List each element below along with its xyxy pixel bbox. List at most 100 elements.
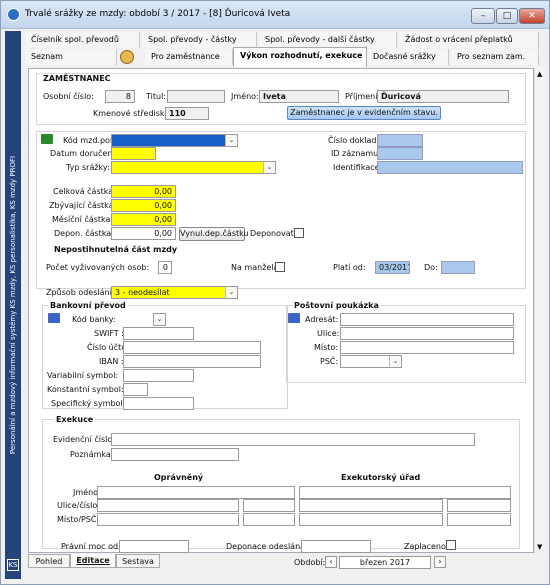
tab-ciselnik-spol-prevodu[interactable]: Číselník spol. převodů [25, 32, 140, 48]
deponovat-checkbox[interactable] [294, 228, 304, 238]
tab-pro-seznam-zam[interactable]: Pro seznam zam. [451, 49, 539, 65]
tab-docasne-srazky[interactable]: Dočasné srážky [367, 49, 449, 65]
vertical-scrollbar[interactable]: ▲ ▼ [534, 68, 547, 553]
prijmeni-label: Příjmení: [345, 92, 381, 101]
titul-field [167, 90, 225, 103]
sidebar-banner: Personální a mzdový informační systémy K… [5, 31, 21, 579]
cislo-dokladu-field [377, 134, 423, 147]
tab-sestava[interactable]: Sestava [116, 554, 160, 568]
poznamka-field[interactable] [111, 448, 239, 461]
variabilni-symbol-field[interactable] [123, 369, 194, 382]
scroll-up-icon[interactable]: ▲ [537, 70, 542, 78]
person-icon [120, 50, 134, 64]
urad-cislo-field[interactable] [447, 499, 511, 512]
nepostihnutelna-title: Nepostihnutelná část mzdy [54, 245, 178, 254]
maximize-button[interactable]: □ [496, 8, 518, 24]
tab-pohled[interactable]: Pohled [28, 554, 70, 568]
scroll-down-icon[interactable]: ▼ [537, 543, 542, 551]
evidencni-cislo-label: Evidenční číslo: [53, 435, 115, 444]
employee-section-title: ZAMĚSTNANEC [43, 74, 111, 83]
exekuce-title: Exekuce [54, 415, 96, 424]
opravneny-title: Oprávněný [154, 473, 204, 482]
zbyvajici-castka-field[interactable]: 0,00 [111, 199, 176, 212]
adresat-label: Adresát: [305, 315, 339, 324]
tab-spol-prevody-castky[interactable]: Spol. převody - částky [142, 32, 257, 48]
opravneny-misto-field[interactable] [97, 513, 239, 526]
depon-castka-field[interactable]: 0,00 [111, 227, 176, 240]
opravneny-ulice-field[interactable] [97, 499, 239, 512]
pravni-moc-field[interactable] [119, 540, 189, 553]
urad-jmeno-field[interactable] [299, 486, 511, 499]
urad-misto-field[interactable] [299, 513, 443, 526]
celkova-castka-field[interactable]: 0,00 [111, 185, 176, 198]
kmenove-stredisko-field: 110 [165, 107, 209, 120]
na-manzela-checkbox[interactable] [275, 262, 285, 272]
iban-field[interactable] [123, 355, 261, 368]
opravneny-cislo-field[interactable] [243, 499, 295, 512]
kod-banky-select[interactable]: ⌄ [153, 313, 166, 326]
mesicni-castka-label: Měsíční částka: [52, 215, 114, 224]
opravneny-psc-field[interactable] [243, 513, 295, 526]
mesicni-castka-field[interactable]: 0,00 [111, 213, 176, 226]
adresat-field[interactable] [340, 313, 514, 326]
tab-seznam-zamestnancu[interactable]: Seznam zaměstnanců [25, 49, 117, 77]
deponace-odeslana-field[interactable] [301, 540, 371, 553]
kmenove-stredisko-label: Kmenové středisko: [93, 109, 172, 118]
na-manzela-label: Na manžela [231, 263, 279, 272]
tab-editace[interactable]: Editace [70, 554, 116, 568]
chevron-down-icon[interactable]: ⌄ [263, 162, 275, 173]
identifikace-label: Identifikace: [333, 163, 383, 172]
post-misto-field[interactable] [340, 341, 514, 354]
pocet-osob-label: Počet vyživovaných osob: [46, 263, 150, 272]
tab-zadost-o-vraceni[interactable]: Žádost o vrácení přeplatků [399, 32, 539, 48]
ks-logo-icon: KS [7, 559, 19, 571]
tab-pro-zamestnance[interactable]: Pro zaměstnance [145, 49, 233, 65]
zpusob-odeslani-select[interactable]: 3 - neodesílat ⌄ [111, 286, 238, 299]
chevron-down-icon[interactable]: ⌄ [389, 356, 401, 367]
chevron-down-icon[interactable]: ⌄ [225, 135, 237, 146]
next-period-button[interactable]: › [434, 556, 446, 568]
titul-label: Titul: [146, 92, 166, 101]
urad-ulice-field[interactable] [299, 499, 443, 512]
datum-doruceni-label: Datum doručení: [50, 149, 118, 158]
evidencni-cislo-field[interactable] [111, 433, 475, 446]
app-icon [7, 8, 20, 21]
zbyvajici-castka-label: Zbývající částka: [49, 201, 117, 210]
psc-select[interactable]: ⌄ [340, 355, 402, 368]
obdobi-field[interactable]: březen 2017 [339, 556, 431, 569]
kod-mzd-pol-label: Kód mzd.pol.: [63, 136, 118, 145]
employee-status-button[interactable]: Zaměstnanec je v evidenčním stavu. [287, 106, 441, 120]
post-ulice-field[interactable] [340, 327, 514, 340]
cislo-uctu-field[interactable] [123, 341, 261, 354]
previous-period-button[interactable]: ‹ [325, 556, 337, 568]
minimize-button[interactable]: – [471, 8, 495, 24]
vynulovat-deponovanou-castku-button[interactable]: Vynul.dep.částku [179, 227, 249, 241]
close-button[interactable]: ✕ [519, 8, 545, 24]
post-icon [288, 313, 300, 323]
deponovat-label: Deponovat [250, 229, 294, 238]
datum-doruceni-field[interactable] [111, 147, 156, 160]
urad-psc-field[interactable] [447, 513, 511, 526]
kod-mzd-pol-select[interactable]: ⌄ [111, 134, 238, 147]
opravneny-jmeno-field[interactable] [97, 486, 295, 499]
tab-vykon-rozhodnuti[interactable]: Výkon rozhodnutí, exekuce [233, 47, 367, 67]
konstantni-symbol-field[interactable] [123, 383, 148, 396]
specificky-symbol-field[interactable] [123, 397, 194, 410]
zpusob-odeslani-value: 3 - neodesílat [115, 288, 170, 297]
psc-label: PSČ: [320, 357, 339, 366]
swift-field[interactable] [123, 327, 194, 340]
zpusob-odeslani-label: Způsob odeslání: [46, 288, 115, 297]
zaplaceno-label: Zaplaceno: [404, 542, 449, 551]
swift-label: SWIFT : [94, 329, 124, 338]
plati-od-label: Platí od: [333, 263, 366, 272]
tab-spol-prevody-dalsi-castky[interactable]: Spol. převody - další částky [259, 32, 397, 48]
chevron-down-icon[interactable]: ⌄ [154, 314, 165, 325]
opr-ulice-label: Ulice/číslo: [57, 501, 100, 510]
pocet-osob-field[interactable]: 0 [158, 261, 172, 274]
typ-srazky-select[interactable]: ⌄ [111, 161, 276, 174]
title-bar: Trvalé srážky ze mzdy: období 3 / 2017 -… [1, 1, 549, 29]
chevron-down-icon[interactable]: ⌄ [225, 287, 237, 298]
id-zaznamu-label: ID záznamu: [331, 149, 381, 158]
do-field [441, 261, 475, 274]
zaplaceno-checkbox[interactable] [446, 540, 456, 550]
